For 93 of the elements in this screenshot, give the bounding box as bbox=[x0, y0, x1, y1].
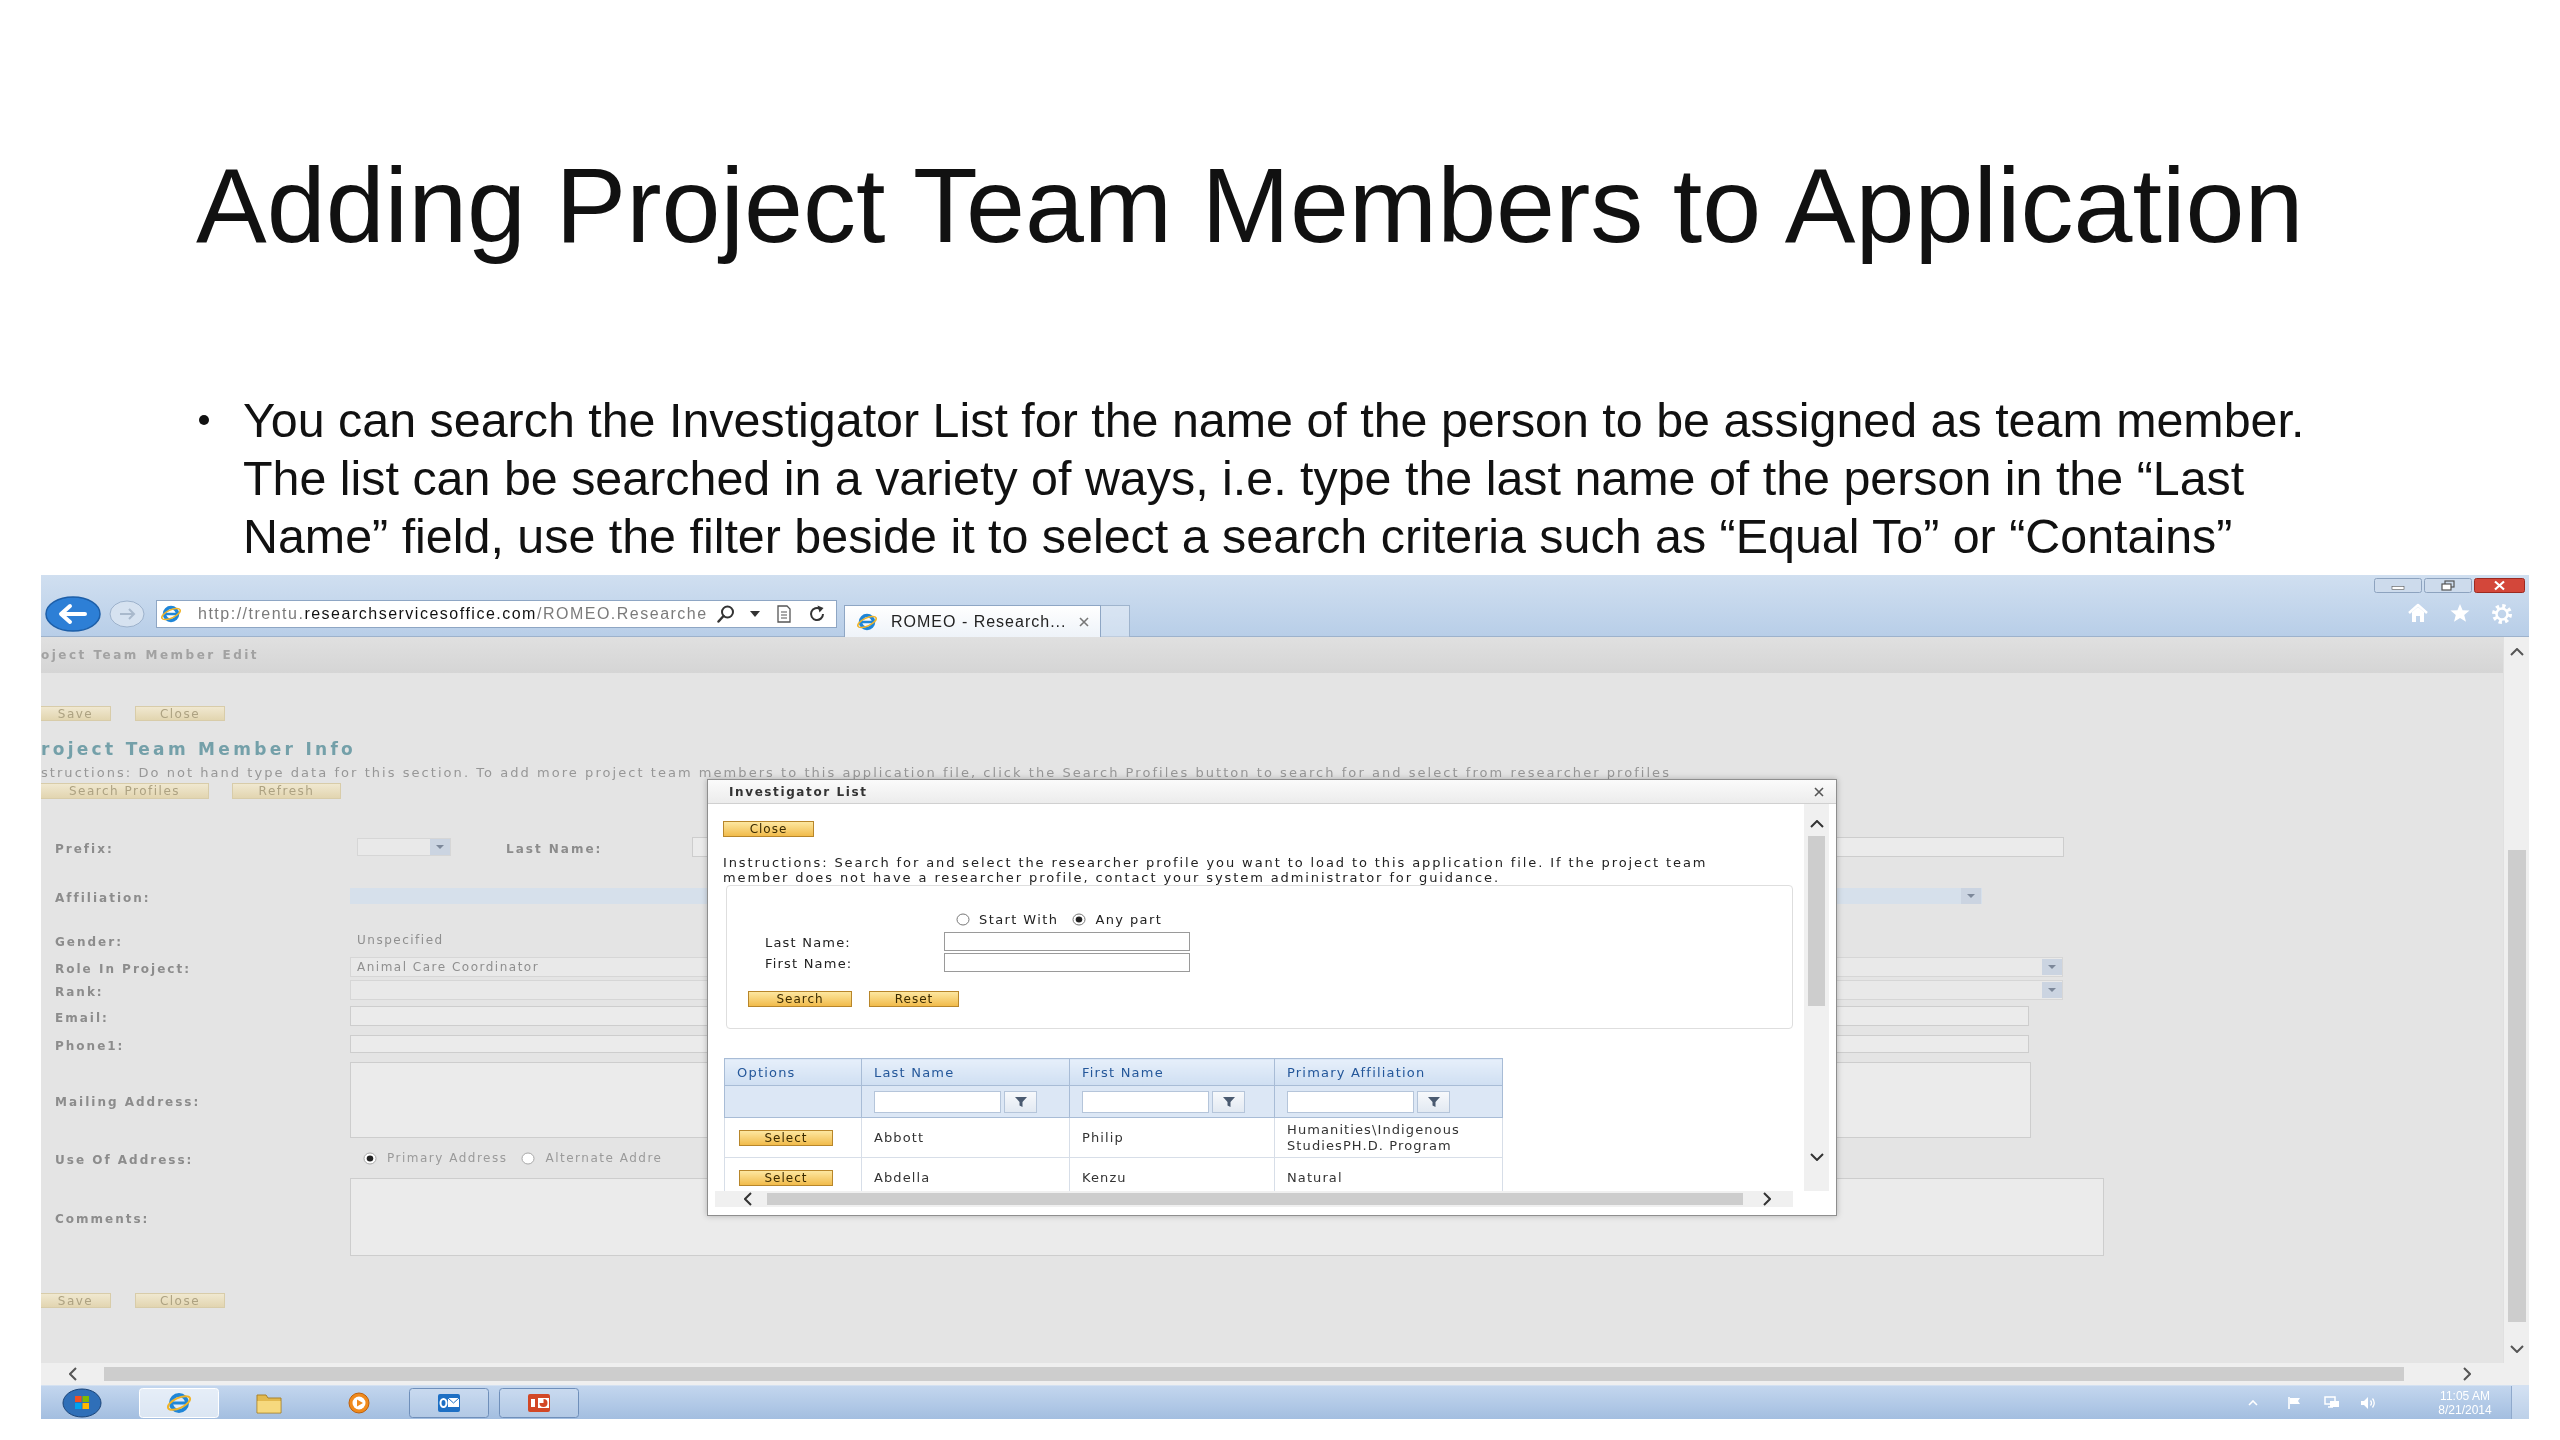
table-cell: Humanities\Indigenous StudiesPH.D. Program bbox=[1274, 1117, 1503, 1158]
column-header[interactable]: Last Name bbox=[861, 1058, 1070, 1086]
address-bar[interactable]: http://trentu.researchservicesoffice.com/ROMEO.Researche bbox=[156, 600, 837, 628]
instructions-text: Instructions: Search for and select the researcher profile you want to load to this application file. If the project team member does not have a researcher profile, contact your system administrator for guidance. bbox=[723, 855, 1709, 885]
close-icon[interactable] bbox=[2474, 578, 2525, 593]
select-button[interactable]: Select bbox=[739, 1129, 833, 1146]
field-label: Use Of Address: bbox=[55, 1152, 194, 1167]
field-value: Unspecified bbox=[357, 933, 444, 947]
filter-input[interactable] bbox=[1082, 1090, 1209, 1113]
network-icon[interactable] bbox=[2324, 1395, 2340, 1410]
close-button[interactable]: Close bbox=[723, 821, 814, 837]
filter-input[interactable] bbox=[874, 1090, 1001, 1113]
restore-icon[interactable] bbox=[2424, 578, 2472, 593]
browser-tab[interactable]: ROMEO - Research... bbox=[844, 605, 1101, 637]
dialog-title: Investigator List bbox=[729, 784, 868, 799]
chevron-down-icon[interactable] bbox=[2509, 1345, 2524, 1353]
refresh-icon[interactable] bbox=[808, 605, 826, 623]
back-icon[interactable] bbox=[45, 596, 101, 632]
page-header: oject Team Member Edit bbox=[41, 648, 260, 662]
field-label: Gender: bbox=[55, 934, 123, 949]
field-label: Phone1: bbox=[55, 1038, 125, 1053]
site-icon bbox=[160, 604, 182, 624]
filter-input[interactable] bbox=[1287, 1090, 1414, 1113]
field-label: Email: bbox=[55, 1010, 109, 1025]
search-icon[interactable] bbox=[717, 605, 735, 623]
chevron-up-icon[interactable] bbox=[2509, 648, 2524, 656]
instructions-text: structions: Do not hand type data for this section. To add more project team members to this application file, click the Search Profiles button to search for and select from researcher profiles bbox=[41, 766, 1671, 779]
filter-button[interactable] bbox=[1417, 1090, 1450, 1113]
chevron-left-icon[interactable] bbox=[744, 1192, 752, 1206]
slide-title: Adding Project Team Members to Application bbox=[196, 145, 2304, 266]
search-button[interactable]: Search bbox=[748, 991, 852, 1007]
close-icon[interactable] bbox=[1078, 615, 1090, 628]
presentation-icon[interactable] bbox=[499, 1387, 579, 1418]
clock-date: 8/21/2014 bbox=[2438, 1402, 2492, 1417]
table-cell: Abbott bbox=[861, 1117, 1070, 1158]
minimize-icon[interactable] bbox=[2374, 578, 2422, 593]
filter-icon bbox=[1427, 1096, 1440, 1107]
mail-icon[interactable] bbox=[409, 1387, 489, 1418]
table-cell: Philip bbox=[1069, 1117, 1275, 1158]
speaker-icon[interactable] bbox=[2360, 1395, 2376, 1410]
show-desktop-button[interactable] bbox=[2511, 1386, 2529, 1419]
field-label: Last Name: bbox=[506, 841, 603, 856]
field-label: Last Name: bbox=[765, 935, 851, 950]
filter-icon bbox=[1014, 1096, 1027, 1107]
chevron-right-icon[interactable] bbox=[2463, 1367, 2471, 1381]
flag-icon[interactable] bbox=[2286, 1395, 2302, 1410]
scrollbar-thumb[interactable] bbox=[104, 1367, 2404, 1381]
radio-button[interactable] bbox=[363, 1151, 377, 1165]
bullet-icon bbox=[199, 415, 209, 425]
chevron-up-icon[interactable] bbox=[1809, 820, 1824, 828]
scrollbar-thumb[interactable] bbox=[767, 1193, 1743, 1205]
column-header[interactable]: Primary Affiliation bbox=[1274, 1058, 1503, 1086]
field-label: Comments: bbox=[55, 1211, 150, 1226]
radio-button[interactable] bbox=[1072, 912, 1087, 926]
field-label: Mailing Address: bbox=[55, 1094, 201, 1109]
field-label: Role In Project: bbox=[55, 961, 191, 976]
forward-icon[interactable] bbox=[109, 600, 145, 628]
star-icon[interactable] bbox=[2449, 603, 2471, 623]
select-button[interactable]: Select bbox=[739, 1169, 833, 1186]
column-header[interactable]: First Name bbox=[1069, 1058, 1275, 1086]
reset-button[interactable]: Reset bbox=[869, 991, 959, 1007]
home-icon[interactable] bbox=[2407, 603, 2429, 623]
scrollbar-thumb[interactable] bbox=[2507, 850, 2526, 1322]
select-field[interactable] bbox=[357, 838, 451, 856]
chevron-right-icon[interactable] bbox=[1763, 1192, 1771, 1206]
field-label: Rank: bbox=[55, 984, 104, 999]
scrollbar-thumb[interactable] bbox=[1808, 836, 1825, 1006]
site-icon[interactable] bbox=[139, 1387, 219, 1418]
column-header[interactable]: Options bbox=[724, 1058, 862, 1086]
clock-time: 11:05 AM bbox=[2440, 1388, 2490, 1403]
page-icon[interactable] bbox=[775, 605, 793, 623]
filter-button[interactable] bbox=[1212, 1090, 1245, 1113]
filter-icon bbox=[1222, 1096, 1235, 1107]
site-icon bbox=[856, 611, 878, 632]
field-label: Prefix: bbox=[55, 841, 114, 856]
input-field[interactable] bbox=[944, 953, 1190, 972]
section-title: roject Team Member Info bbox=[41, 739, 357, 759]
filter-button[interactable] bbox=[1004, 1090, 1037, 1113]
start-icon[interactable] bbox=[62, 1387, 102, 1418]
field-label: First Name: bbox=[765, 956, 853, 971]
bullet-text: You can search the Investigator List for the name of the person to be assigned as team member. The list can be searched in a variety of ways, i.e. type the last name of the person in the “Last Name” field, use the filter beside it to select a search criteria such as “Equal To” or “Contains” bbox=[243, 392, 2306, 565]
radio-label[interactable]: Start With bbox=[979, 911, 1059, 927]
chevron-down-icon[interactable] bbox=[1809, 1153, 1824, 1161]
settings-icon[interactable] bbox=[2491, 603, 2513, 625]
radio-label[interactable]: Any part bbox=[1095, 911, 1163, 927]
field-label: Affiliation: bbox=[55, 890, 151, 905]
chevron-left-icon[interactable] bbox=[69, 1367, 77, 1381]
input-field[interactable] bbox=[944, 932, 1190, 951]
new-tab-button[interactable] bbox=[1101, 605, 1130, 637]
radio-button[interactable] bbox=[956, 912, 970, 926]
radio-button[interactable] bbox=[521, 1151, 536, 1165]
close-icon[interactable] bbox=[1813, 785, 1825, 798]
caret-icon[interactable] bbox=[750, 611, 760, 617]
